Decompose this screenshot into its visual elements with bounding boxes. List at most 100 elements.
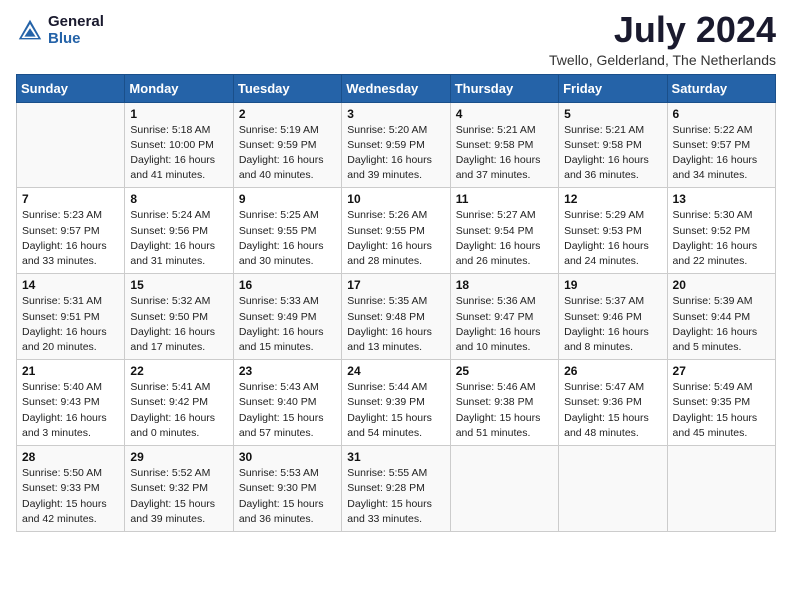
day-info: Sunrise: 5:18 AM Sunset: 10:00 PM Daylig… [130, 123, 227, 184]
calendar-cell: 25 Sunrise: 5:46 AM Sunset: 9:38 PM Dayli… [450, 360, 558, 446]
day-info: Sunrise: 5:46 AM Sunset: 9:38 PM Dayligh… [456, 380, 553, 441]
day-number: 11 [456, 192, 553, 206]
calendar-header: SundayMondayTuesdayWednesdayThursdayFrid… [17, 74, 776, 102]
day-number: 7 [22, 192, 119, 206]
day-number: 14 [22, 278, 119, 292]
day-number: 17 [347, 278, 444, 292]
logo-text: General Blue [48, 14, 104, 47]
day-number: 16 [239, 278, 336, 292]
page: General Blue July 2024 Twello, Gelderlan… [0, 0, 792, 548]
calendar-week-row: 28 Sunrise: 5:50 AM Sunset: 9:33 PM Dayli… [17, 446, 776, 532]
day-info: Sunrise: 5:30 AM Sunset: 9:52 PM Dayligh… [673, 208, 770, 269]
day-number: 15 [130, 278, 227, 292]
day-number: 23 [239, 364, 336, 378]
day-info: Sunrise: 5:41 AM Sunset: 9:42 PM Dayligh… [130, 380, 227, 441]
calendar-cell [450, 446, 558, 532]
calendar-cell: 6 Sunrise: 5:22 AM Sunset: 9:57 PM Daylig… [667, 102, 775, 188]
weekday-header: Thursday [450, 74, 558, 102]
calendar-cell: 7Sunrise: 5:23 AM Sunset: 9:57 PM Daylig… [17, 188, 125, 274]
weekday-header: Sunday [17, 74, 125, 102]
day-info: Sunrise: 5:26 AM Sunset: 9:55 PM Dayligh… [347, 208, 444, 269]
calendar-cell: 1 Sunrise: 5:18 AM Sunset: 10:00 PM Dayli… [125, 102, 233, 188]
day-number: 26 [564, 364, 661, 378]
day-number: 19 [564, 278, 661, 292]
day-number: 22 [130, 364, 227, 378]
day-info: Sunrise: 5:19 AM Sunset: 9:59 PM Dayligh… [239, 123, 336, 184]
title-block: July 2024 Twello, Gelderland, The Nether… [549, 10, 776, 68]
calendar-cell: 5 Sunrise: 5:21 AM Sunset: 9:58 PM Daylig… [559, 102, 667, 188]
day-number: 27 [673, 364, 770, 378]
day-info: Sunrise: 5:29 AM Sunset: 9:53 PM Dayligh… [564, 208, 661, 269]
calendar-cell [17, 102, 125, 188]
calendar-cell: 17Sunrise: 5:35 AM Sunset: 9:48 PM Dayli… [342, 274, 450, 360]
calendar-cell [667, 446, 775, 532]
calendar-cell: 24Sunrise: 5:44 AM Sunset: 9:39 PM Dayli… [342, 360, 450, 446]
day-number: 21 [22, 364, 119, 378]
day-info: Sunrise: 5:24 AM Sunset: 9:56 PM Dayligh… [130, 208, 227, 269]
calendar-cell: 13Sunrise: 5:30 AM Sunset: 9:52 PM Dayli… [667, 188, 775, 274]
logo-general: General [48, 14, 104, 31]
day-info: Sunrise: 5:43 AM Sunset: 9:40 PM Dayligh… [239, 380, 336, 441]
calendar-cell: 19Sunrise: 5:37 AM Sunset: 9:46 PM Dayli… [559, 274, 667, 360]
calendar-cell: 15 Sunrise: 5:32 AM Sunset: 9:50 PM Dayli… [125, 274, 233, 360]
day-info: Sunrise: 5:25 AM Sunset: 9:55 PM Dayligh… [239, 208, 336, 269]
day-info: Sunrise: 5:40 AM Sunset: 9:43 PM Dayligh… [22, 380, 119, 441]
calendar-cell: 2 Sunrise: 5:19 AM Sunset: 9:59 PM Daylig… [233, 102, 341, 188]
day-info: Sunrise: 5:49 AM Sunset: 9:35 PM Dayligh… [673, 380, 770, 441]
logo-icon [16, 17, 44, 45]
day-info: Sunrise: 5:47 AM Sunset: 9:36 PM Dayligh… [564, 380, 661, 441]
calendar-cell: 4Sunrise: 5:21 AM Sunset: 9:58 PM Daylig… [450, 102, 558, 188]
location: Twello, Gelderland, The Netherlands [549, 52, 776, 68]
day-number: 31 [347, 450, 444, 464]
calendar-cell: 21 Sunrise: 5:40 AM Sunset: 9:43 PM Dayli… [17, 360, 125, 446]
header: General Blue July 2024 Twello, Gelderlan… [16, 10, 776, 68]
calendar-cell: 10Sunrise: 5:26 AM Sunset: 9:55 PM Dayli… [342, 188, 450, 274]
day-info: Sunrise: 5:21 AM Sunset: 9:58 PM Dayligh… [564, 123, 661, 184]
calendar-cell: 22 Sunrise: 5:41 AM Sunset: 9:42 PM Dayli… [125, 360, 233, 446]
calendar-cell: 23 Sunrise: 5:43 AM Sunset: 9:40 PM Dayli… [233, 360, 341, 446]
day-number: 2 [239, 107, 336, 121]
calendar-cell: 14Sunrise: 5:31 AM Sunset: 9:51 PM Dayli… [17, 274, 125, 360]
calendar-week-row: 21 Sunrise: 5:40 AM Sunset: 9:43 PM Dayli… [17, 360, 776, 446]
day-number: 1 [130, 107, 227, 121]
calendar-cell: 8 Sunrise: 5:24 AM Sunset: 9:56 PM Daylig… [125, 188, 233, 274]
day-info: Sunrise: 5:27 AM Sunset: 9:54 PM Dayligh… [456, 208, 553, 269]
day-number: 8 [130, 192, 227, 206]
day-info: Sunrise: 5:53 AM Sunset: 9:30 PM Dayligh… [239, 466, 336, 527]
day-info: Sunrise: 5:21 AM Sunset: 9:58 PM Dayligh… [456, 123, 553, 184]
day-info: Sunrise: 5:20 AM Sunset: 9:59 PM Dayligh… [347, 123, 444, 184]
day-number: 24 [347, 364, 444, 378]
calendar-cell: 27 Sunrise: 5:49 AM Sunset: 9:35 PM Dayli… [667, 360, 775, 446]
day-info: Sunrise: 5:22 AM Sunset: 9:57 PM Dayligh… [673, 123, 770, 184]
calendar-week-row: 7Sunrise: 5:23 AM Sunset: 9:57 PM Daylig… [17, 188, 776, 274]
calendar-cell: 9Sunrise: 5:25 AM Sunset: 9:55 PM Daylig… [233, 188, 341, 274]
calendar-cell: 18 Sunrise: 5:36 AM Sunset: 9:47 PM Dayli… [450, 274, 558, 360]
day-info: Sunrise: 5:50 AM Sunset: 9:33 PM Dayligh… [22, 466, 119, 527]
calendar-week-row: 14Sunrise: 5:31 AM Sunset: 9:51 PM Dayli… [17, 274, 776, 360]
weekday-header: Friday [559, 74, 667, 102]
weekday-header: Tuesday [233, 74, 341, 102]
calendar-cell: 31Sunrise: 5:55 AM Sunset: 9:28 PM Dayli… [342, 446, 450, 532]
day-number: 5 [564, 107, 661, 121]
weekday-header: Monday [125, 74, 233, 102]
day-number: 30 [239, 450, 336, 464]
calendar-cell [559, 446, 667, 532]
day-info: Sunrise: 5:33 AM Sunset: 9:49 PM Dayligh… [239, 294, 336, 355]
day-number: 12 [564, 192, 661, 206]
day-number: 28 [22, 450, 119, 464]
calendar-cell: 26 Sunrise: 5:47 AM Sunset: 9:36 PM Dayli… [559, 360, 667, 446]
day-number: 25 [456, 364, 553, 378]
day-number: 6 [673, 107, 770, 121]
day-number: 18 [456, 278, 553, 292]
day-info: Sunrise: 5:36 AM Sunset: 9:47 PM Dayligh… [456, 294, 553, 355]
calendar-cell: 30 Sunrise: 5:53 AM Sunset: 9:30 PM Dayli… [233, 446, 341, 532]
calendar-cell: 11 Sunrise: 5:27 AM Sunset: 9:54 PM Dayli… [450, 188, 558, 274]
day-info: Sunrise: 5:39 AM Sunset: 9:44 PM Dayligh… [673, 294, 770, 355]
logo: General Blue [16, 14, 104, 47]
weekday-header: Saturday [667, 74, 775, 102]
day-number: 29 [130, 450, 227, 464]
calendar-cell: 16 Sunrise: 5:33 AM Sunset: 9:49 PM Dayli… [233, 274, 341, 360]
day-info: Sunrise: 5:52 AM Sunset: 9:32 PM Dayligh… [130, 466, 227, 527]
day-info: Sunrise: 5:32 AM Sunset: 9:50 PM Dayligh… [130, 294, 227, 355]
calendar-cell: 20Sunrise: 5:39 AM Sunset: 9:44 PM Dayli… [667, 274, 775, 360]
